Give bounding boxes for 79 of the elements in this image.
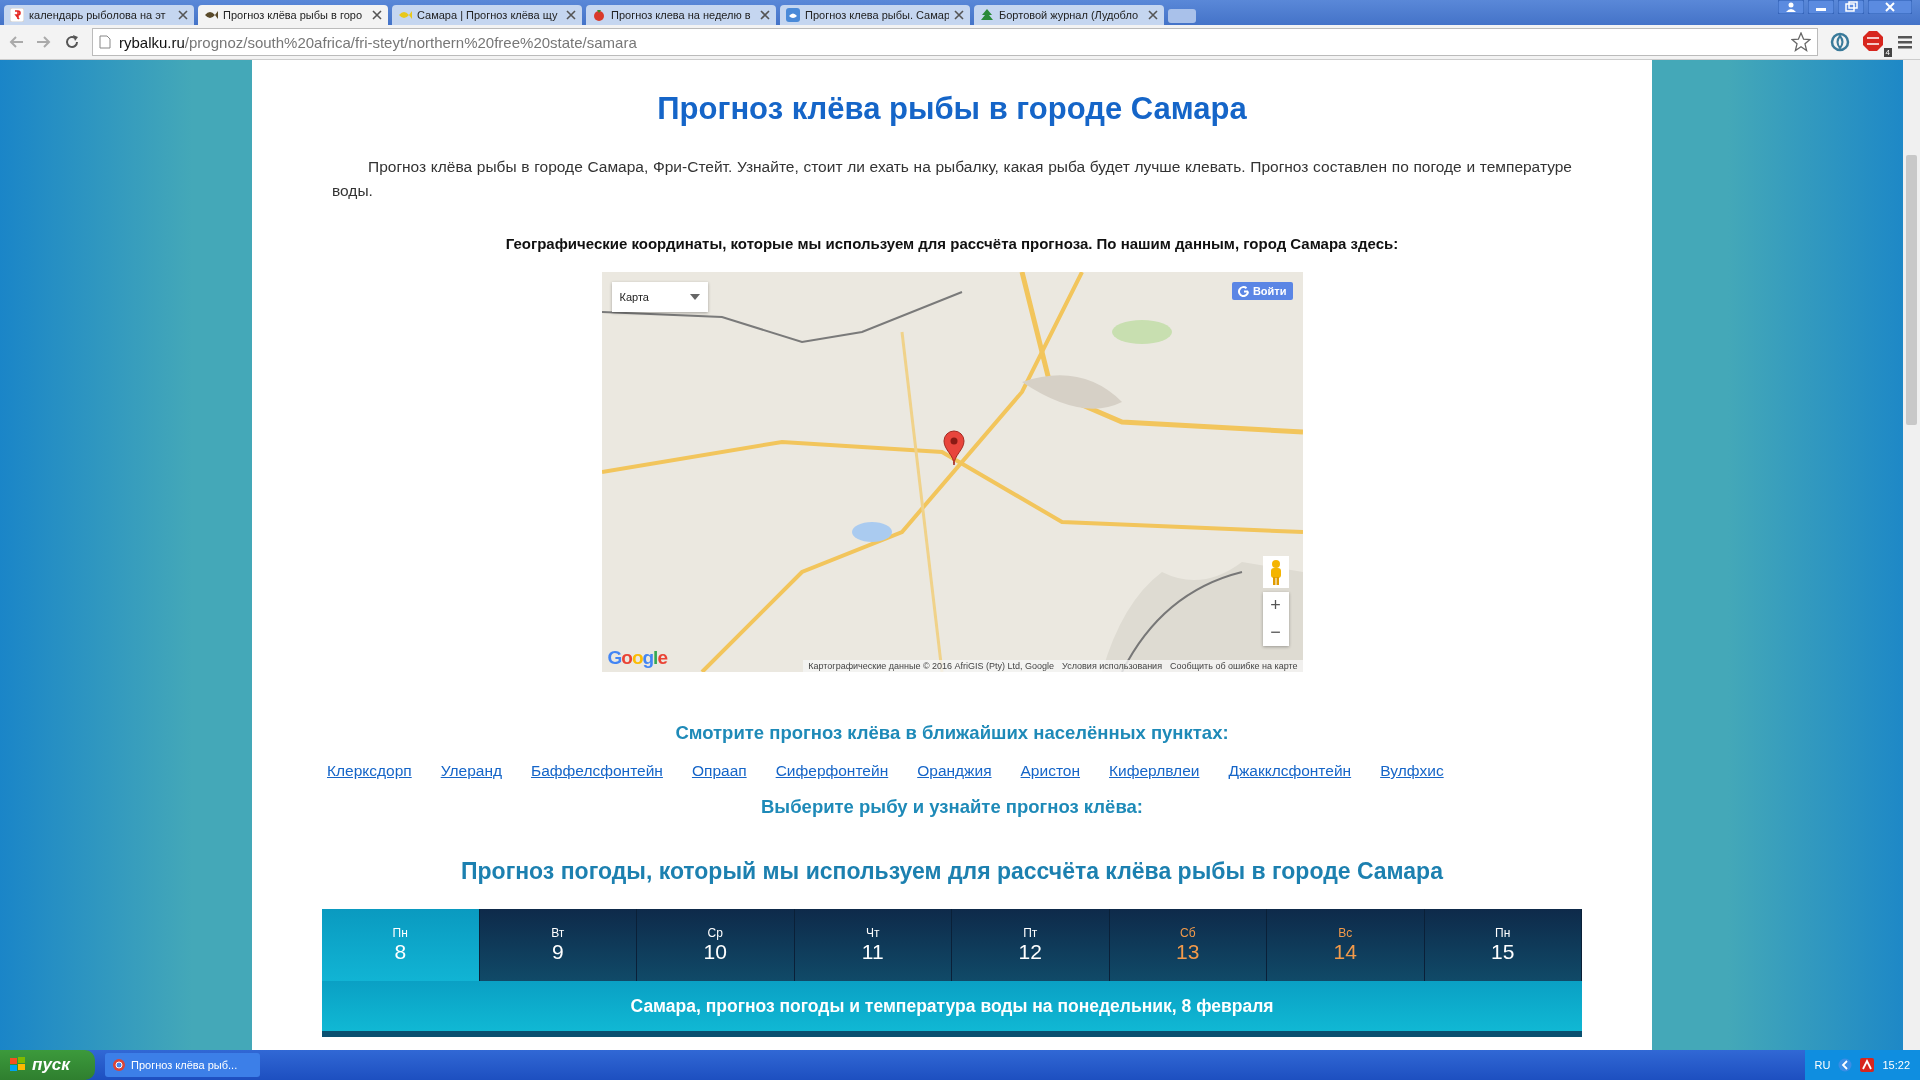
town-link[interactable]: Клерксдорп: [327, 762, 412, 780]
tab-icon: [786, 8, 800, 22]
menu-icon[interactable]: [1898, 35, 1912, 49]
tab-icon: [980, 8, 994, 22]
map-pin-icon: [942, 430, 965, 466]
tab-icon: [10, 8, 24, 22]
attribution-text: Картографические данные © 2016 AfriGIS (Pty) Ltd, Google: [808, 661, 1055, 671]
map-link[interactable]: Сообщить об ошибке на карте: [1170, 661, 1298, 671]
town-link[interactable]: Оранджия: [917, 762, 992, 780]
stop-sign-icon[interactable]: [1862, 30, 1884, 52]
google-logo: Google: [607, 647, 667, 669]
section-heading: Прогноз погоды, который мы используем для рассчёта клёва рыбы в городе Самара: [461, 858, 1443, 885]
close-icon[interactable]: [760, 10, 770, 20]
day-tab[interactable]: Ср 10: [637, 909, 795, 981]
section-heading: Смотрите прогноз клёва в ближайших населённых пунктах:: [675, 722, 1229, 744]
coordinates-note: Географические координаты, которые мы используем для рассчёта прогноза. По нашим данным, город Самара здесь:: [505, 235, 1399, 252]
tab-title: Бортовой журнал (Лудобло: [999, 9, 1140, 21]
taskbar-window-button[interactable]: Прогноз клёва рыб...: [105, 1053, 260, 1077]
browser-tab[interactable]: Бортовой журнал (Лудобло: [974, 5, 1164, 25]
minimize-icon[interactable]: [1808, 0, 1834, 14]
map-type-dropdown[interactable]: Карта: [611, 282, 708, 312]
extension-icon[interactable]: [1830, 32, 1850, 52]
browser-tab[interactable]: Прогноз клева на неделю в: [586, 5, 776, 25]
day-tab[interactable]: Сб 13: [1109, 909, 1267, 981]
day-tab[interactable]: Пт 12: [952, 909, 1110, 981]
close-icon[interactable]: [566, 10, 576, 20]
scroll-thumb[interactable]: [1906, 155, 1917, 425]
page-icon: [99, 35, 111, 49]
google-g-icon: [1237, 285, 1249, 297]
town-link[interactable]: Сиферфонтейн: [775, 762, 889, 780]
tab-title: Прогноз клева рыбы. Самар: [805, 9, 949, 21]
sign-in-button[interactable]: Войти: [1231, 282, 1293, 300]
browser-tab[interactable]: Прогноз клёва рыбы в горо: [198, 5, 388, 25]
map-link[interactable]: Условия использования: [1062, 661, 1162, 671]
page-title: Прогноз клёва рыбы в городе Самара: [657, 91, 1247, 127]
tab-title: Прогноз клёва рыбы в горо: [223, 9, 363, 21]
star-icon[interactable]: [1791, 32, 1811, 52]
town-link[interactable]: Джакклсфонтейн: [1228, 762, 1352, 780]
tab-title: Прогноз клева на неделю в: [611, 9, 752, 21]
caret-icon: [689, 294, 700, 300]
browser-icon: [113, 1059, 125, 1071]
browser-tab[interactable]: календарь рыболова на эт: [4, 5, 194, 25]
expand-icon[interactable]: [1838, 1058, 1853, 1072]
day-tab[interactable]: Вт 9: [479, 909, 637, 981]
town-link[interactable]: Киферлвлеи: [1109, 762, 1200, 780]
tab-icon: [592, 8, 606, 22]
day-banner: Самара, прогноз погоды и температура воды на понедельник, 8 февраля: [322, 981, 1582, 1037]
clock: 15:22: [1882, 1059, 1910, 1071]
windows-logo-icon: [10, 1057, 26, 1073]
scrollbar[interactable]: [1903, 60, 1920, 1050]
town-link[interactable]: Опраап: [691, 762, 747, 780]
zoom-in-button[interactable]: +: [1262, 592, 1289, 619]
close-icon[interactable]: [178, 10, 188, 20]
day-tab[interactable]: Чт 11: [794, 909, 952, 981]
intro-paragraph: Прогноз клёва рыбы в городе Самара, Фри-Стейт. Узнайте, стоит ли ехать на рыбалку, какая рыба будет лучше клевать. Прогноз составлен по погоде и температуре воды.: [332, 157, 1572, 201]
town-link[interactable]: Вулфхис: [1380, 762, 1444, 780]
town-link[interactable]: Баффелсфонтейн: [531, 762, 663, 780]
close-icon[interactable]: [1868, 0, 1912, 14]
user-icon[interactable]: [1778, 0, 1804, 14]
close-icon[interactable]: [954, 10, 964, 20]
town-link[interactable]: Улеранд: [440, 762, 503, 780]
address-field[interactable]: rybalku.ru/prognoz/south%20africa/fri-steyt/northern%20free%20state/samara: [92, 28, 1818, 56]
day-tab[interactable]: Пн 15: [1424, 909, 1582, 981]
close-icon[interactable]: [1148, 10, 1158, 20]
day-tab[interactable]: Вс 14: [1267, 909, 1425, 981]
browser-tab[interactable]: Самара | Прогноз клёва щу: [392, 5, 582, 25]
start-button[interactable]: пуск: [0, 1050, 95, 1080]
language-indicator[interactable]: RU: [1814, 1059, 1831, 1071]
browser-tab[interactable]: Прогноз клева рыбы. Самар: [780, 5, 970, 25]
section-heading: Выберите рыбу и узнайте прогноз клёва:: [761, 796, 1143, 818]
tab-title: Самара | Прогноз клёва щу: [417, 9, 559, 21]
zoom-out-button[interactable]: −: [1262, 619, 1289, 646]
count-badge: 4: [1883, 48, 1892, 57]
restore-icon[interactable]: [1838, 0, 1864, 14]
town-link[interactable]: Аристон: [1020, 762, 1080, 780]
url-text: rybalku.ru/prognoz/south%20africa/fri-steyt/northern%20free%20state/samara: [119, 33, 637, 51]
tab-title: календарь рыболова на эт: [29, 9, 167, 21]
close-icon[interactable]: [372, 10, 382, 20]
reload-icon[interactable]: [64, 34, 80, 50]
